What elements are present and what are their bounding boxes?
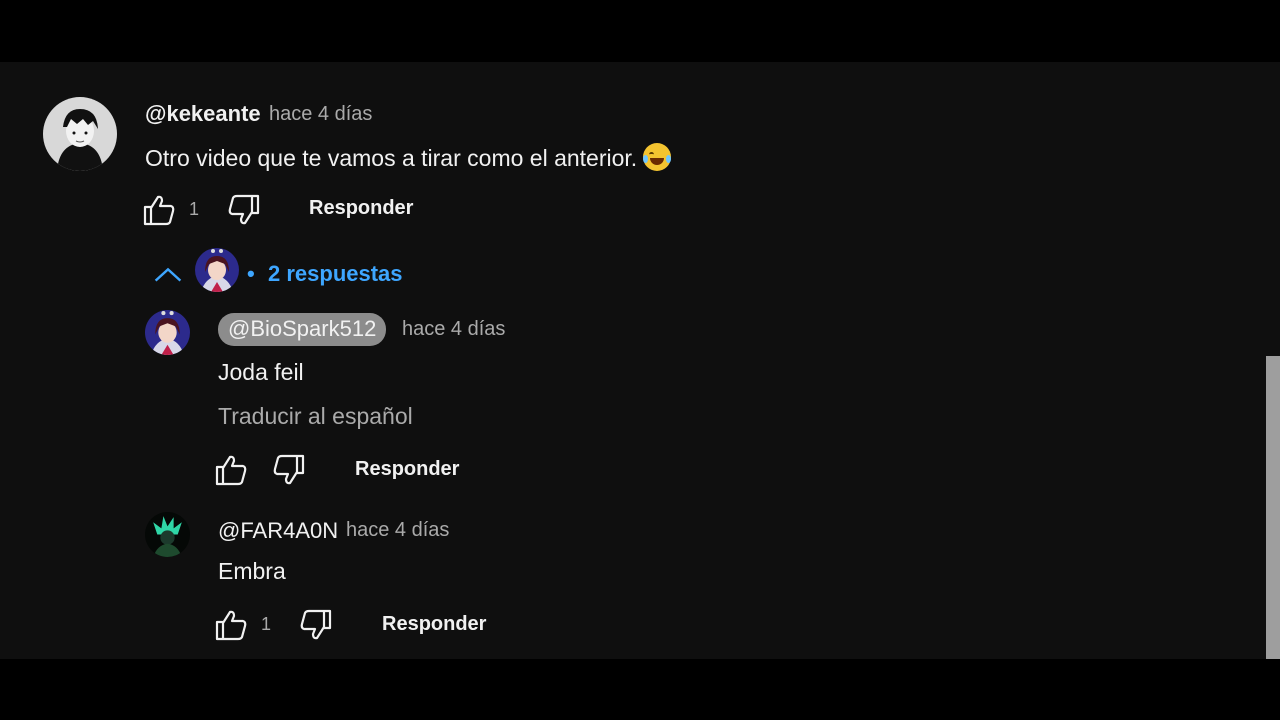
comment-time[interactable]: hace 4 días (269, 103, 372, 126)
like-button[interactable] (141, 192, 177, 228)
thumbs-up-icon (215, 610, 247, 641)
reply-text: Joda feil (218, 359, 304, 385)
thumbs-up-icon (215, 455, 247, 486)
reply-author-pill[interactable]: @BioSpark512 (218, 313, 387, 346)
reply-like-button[interactable] (213, 452, 249, 488)
thumbs-up-icon (143, 195, 175, 226)
reply-reply-button[interactable]: Responder (355, 458, 459, 481)
reply-like-button[interactable] (213, 607, 249, 643)
avatar-kekeante[interactable] (43, 97, 117, 171)
replies-dot: • (247, 261, 255, 286)
comment-text-body: Otro video que te vamos a tirar como el … (145, 145, 638, 171)
tears-of-joy-emoji-icon (643, 143, 672, 171)
reply-button[interactable]: Responder (309, 197, 413, 220)
translate-link[interactable]: Traducir al español (218, 403, 413, 430)
avatar-far4a0n[interactable] (145, 512, 190, 557)
reply-time[interactable]: hace 4 días (402, 318, 505, 341)
chevron-up-icon (154, 267, 182, 282)
reply-dislike-button[interactable] (271, 452, 307, 488)
reply-dislike-button[interactable] (298, 607, 334, 643)
reply-text: Embra (218, 558, 286, 584)
thumbs-down-icon (228, 194, 260, 225)
collapse-replies-button[interactable] (150, 257, 182, 289)
comment-author[interactable]: @kekeante (145, 101, 261, 127)
comment-text: Otro video que te vamos a tirar como el … (145, 143, 672, 172)
replies-toggle-label[interactable]: 2 respuestas (268, 261, 403, 287)
reply-like-count: 1 (261, 614, 272, 634)
reply-reply-button[interactable]: Responder (382, 613, 486, 636)
thumbs-down-icon (300, 609, 332, 640)
reply-time[interactable]: hace 4 días (346, 519, 449, 542)
reply-author[interactable]: @FAR4A0N (218, 518, 338, 544)
scrollbar-thumb[interactable] (1266, 356, 1280, 659)
avatar-biospark512[interactable] (145, 310, 190, 355)
thumbs-down-icon (273, 454, 305, 485)
dislike-button[interactable] (226, 192, 262, 228)
like-count: 1 (189, 199, 200, 219)
replies-avatar-biospark (195, 248, 239, 292)
